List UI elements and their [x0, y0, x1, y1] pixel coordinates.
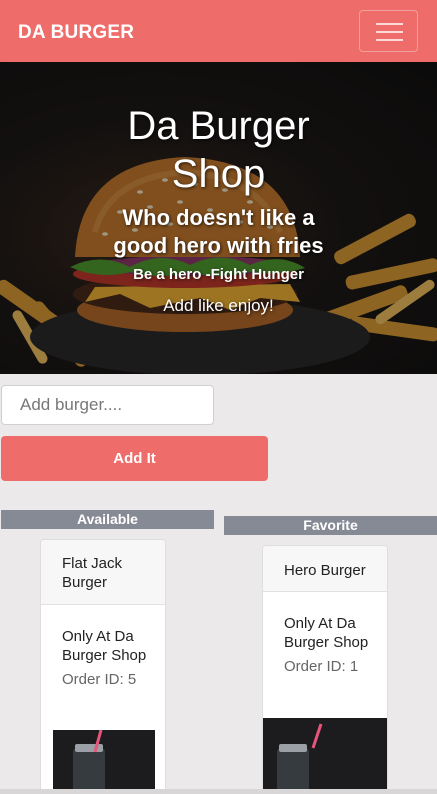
page-bottom-edge: [0, 789, 437, 794]
burger-card-order-id: Order ID: 5: [62, 671, 137, 688]
burger-card-favorite: Hero Burger Only At Da Burger Shop Order…: [262, 545, 388, 794]
burger-card-image: [263, 718, 387, 794]
burger-card-description: Only At Da Burger Shop: [62, 628, 147, 664]
hero-subtitle-line2: good hero with fries: [113, 233, 324, 258]
burger-card-title: Hero Burger: [263, 546, 387, 592]
hero-title-line1: Da Burger: [127, 104, 310, 148]
hero-subtitle-line1: Who doesn't like a: [122, 205, 315, 230]
hero-note: Add like enjoy!: [163, 296, 274, 315]
burger-card-body: Only At Da Burger Shop Order ID: 5: [41, 605, 165, 688]
available-column-header: Available: [1, 510, 214, 529]
burger-card-available: Flat Jack Burger Only At Da Burger Shop …: [40, 539, 166, 794]
burger-card-description: Only At Da Burger Shop: [284, 615, 369, 651]
burger-card-image: [53, 730, 155, 794]
favorite-column-header: Favorite: [224, 516, 437, 535]
hero-tagline: Be a hero -Fight Hunger: [133, 266, 304, 283]
hero-title-line2: Shop: [171, 152, 266, 196]
brand-logo[interactable]: DA BURGER: [18, 22, 134, 44]
hero-title: Da Burger Shop: [0, 102, 437, 198]
burger-card-title: Flat Jack Burger: [41, 540, 165, 605]
hero-subtitle: Who doesn't like a good hero with fries: [0, 204, 437, 260]
burger-card-order-id: Order ID: 1: [284, 658, 359, 675]
navbar-toggle-button[interactable]: [359, 10, 418, 52]
hero-banner: Da Burger Shop Who doesn't like a good h…: [0, 62, 437, 374]
add-it-button[interactable]: Add It: [1, 436, 268, 481]
navbar: DA BURGER: [0, 0, 437, 62]
burger-card-body: Only At Da Burger Shop Order ID: 1: [263, 592, 387, 675]
burger-name-input[interactable]: [1, 385, 214, 425]
